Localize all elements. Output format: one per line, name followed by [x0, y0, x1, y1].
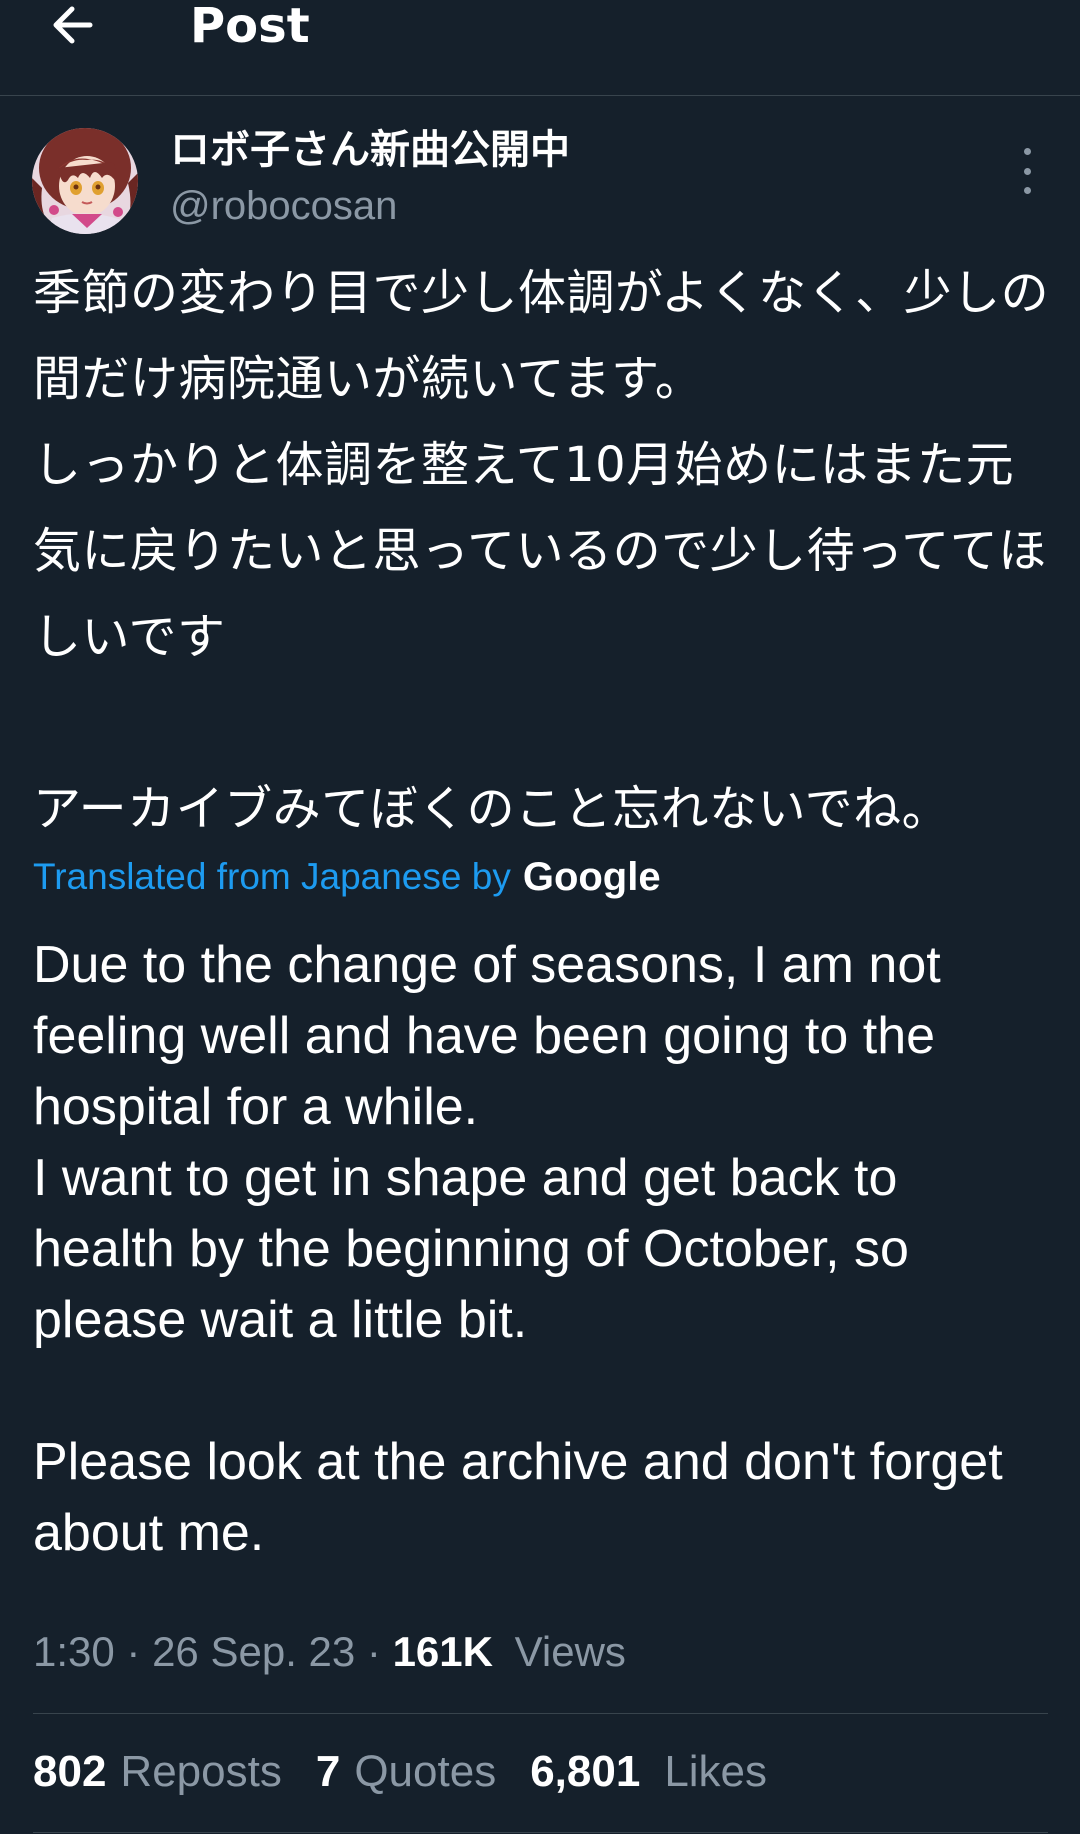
post-date[interactable]: 26 Sep. 23: [152, 1628, 355, 1675]
likes-count: 6,801: [530, 1747, 641, 1796]
translated-from-link[interactable]: Translated from Japanese by: [33, 852, 511, 902]
views-label: Views: [514, 1628, 626, 1675]
likes-stat[interactable]: 6,801 Likes: [530, 1742, 767, 1802]
reposts-count: 802: [33, 1747, 107, 1796]
top-header: Post: [0, 0, 1080, 96]
avatar-image: [32, 128, 138, 234]
author-display-name[interactable]: ロボ子さん新曲公開中: [170, 124, 570, 176]
views-count: 161K: [392, 1628, 493, 1675]
avatar[interactable]: [32, 128, 138, 234]
post-translated-text: Due to the change of seasons, I am not f…: [33, 936, 1003, 1562]
post-meta: 1:30 · 26 Sep. 23 · 161K Views: [33, 1622, 626, 1682]
reposts-stat[interactable]: 802 Reposts: [33, 1742, 282, 1802]
post-detail-page: Post ロボ子さん新曲公開中 @robocosan 季節の変わり目で少し体調が…: [0, 0, 1080, 1834]
meta-separator: ·: [126, 1628, 153, 1675]
post-time[interactable]: 1:30: [33, 1628, 115, 1675]
arrow-left-icon: [53, 6, 93, 44]
post-original-text: 季節の変わり目で少し体調がよくなく、少しの間だけ病院通いが続いてます。 しっかり…: [33, 265, 1050, 837]
reposts-label: Reposts: [120, 1747, 282, 1796]
quotes-label: Quotes: [354, 1747, 497, 1796]
quotes-stat[interactable]: 7 Quotes: [316, 1742, 496, 1802]
quotes-count: 7: [315, 1747, 341, 1796]
more-options-button[interactable]: [1012, 148, 1042, 194]
meta-separator: ·: [366, 1628, 393, 1675]
divider: [33, 1713, 1048, 1714]
page-title: Post: [190, 0, 310, 54]
engagement-stats: 802 Reposts 7 Quotes 6,801 Likes: [33, 1742, 801, 1802]
back-button[interactable]: [42, 0, 102, 50]
divider: [33, 1832, 1048, 1833]
translation-attribution: Translated from Japanese by Google: [33, 852, 661, 902]
likes-label: Likes: [664, 1747, 768, 1796]
author-handle[interactable]: @robocosan: [170, 180, 397, 232]
more-vertical-icon: [1023, 148, 1031, 155]
google-logo: Google: [522, 855, 661, 899]
